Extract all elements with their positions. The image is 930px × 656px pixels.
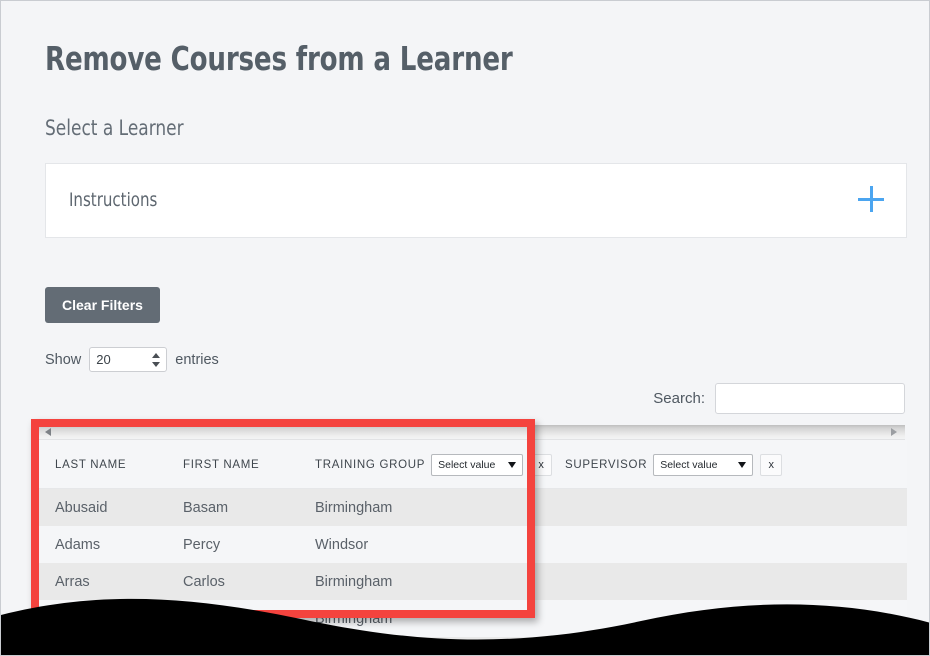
table-row[interactable]: Adams Percy Windsor [37, 526, 907, 563]
table-row[interactable]: Abusaid Basam Birmingham [37, 488, 907, 526]
show-entries-control: Show entries [45, 347, 219, 372]
chevron-down-icon [738, 462, 747, 468]
column-header-first-name[interactable]: FIRST NAME [183, 440, 315, 489]
cell-last-name: Arras [37, 563, 183, 600]
column-header-supervisor-label: SUPERVISOR [565, 459, 648, 471]
cell-first-name: Percy [183, 526, 315, 563]
horizontal-scrollbar[interactable] [37, 425, 905, 440]
cell-supervisor [565, 637, 907, 655]
table-header: LAST NAME FIRST NAME TRAINING GROUP Sele… [37, 440, 907, 489]
cell-supervisor [565, 563, 907, 600]
cell-training-group: Windsor [315, 526, 565, 563]
section-title: Select a Learner [45, 116, 184, 140]
supervisor-filter-clear-button[interactable]: x [760, 454, 783, 476]
search-control: Search: [653, 383, 905, 414]
cell-first-name [183, 637, 315, 655]
cell-training-group: Birmingham [315, 488, 565, 526]
plus-icon[interactable] [858, 186, 884, 212]
table-row[interactable]: Barry Maria Birmingham [37, 600, 907, 637]
table-body: Abusaid Basam Birmingham Adams Percy Win… [37, 488, 907, 655]
search-input[interactable] [715, 383, 905, 414]
table-header-row: LAST NAME FIRST NAME TRAINING GROUP Sele… [37, 440, 907, 489]
cell-last-name: Abusaid [37, 488, 183, 526]
supervisor-filter-select[interactable]: Select value [653, 454, 754, 476]
cell-supervisor [565, 526, 907, 563]
entries-stepper[interactable] [89, 347, 168, 372]
training-group-filter-value: Select value [438, 459, 496, 471]
page-title: Remove Courses from a Learner [45, 39, 513, 78]
page-content: Remove Courses from a Learner Select a L… [1, 1, 929, 655]
search-label: Search: [653, 390, 705, 407]
table-row[interactable]: Windsor [37, 637, 907, 655]
caret-right-icon[interactable] [891, 428, 897, 436]
instructions-label: Instructions [69, 189, 158, 211]
column-header-last-name[interactable]: LAST NAME [37, 440, 183, 489]
instructions-panel[interactable]: Instructions [45, 163, 907, 238]
caret-left-icon[interactable] [45, 428, 51, 436]
cell-first-name: Basam [183, 488, 315, 526]
cell-supervisor [565, 488, 907, 526]
show-entries-suffix: entries [175, 351, 219, 368]
column-header-first-name-label: FIRST NAME [183, 459, 260, 471]
cell-last-name: Adams [37, 526, 183, 563]
show-entries-prefix: Show [45, 351, 82, 368]
entries-input[interactable] [89, 347, 168, 372]
cell-training-group: Birmingham [315, 563, 565, 600]
cell-training-group: Windsor [315, 637, 565, 655]
cell-last-name [37, 637, 183, 655]
chevron-down-icon [508, 462, 517, 468]
column-header-training-group[interactable]: TRAINING GROUP Select value x [315, 440, 565, 489]
browser-window: Remove Courses from a Learner Select a L… [0, 0, 930, 656]
learners-table: LAST NAME FIRST NAME TRAINING GROUP Sele… [37, 440, 907, 655]
learners-table-container: LAST NAME FIRST NAME TRAINING GROUP Sele… [37, 425, 907, 655]
cell-first-name: Carlos [183, 563, 315, 600]
supervisor-filter-value: Select value [660, 459, 718, 471]
column-header-last-name-label: LAST NAME [55, 459, 127, 471]
cell-supervisor [565, 600, 907, 637]
table-row[interactable]: Arras Carlos Birmingham [37, 563, 907, 600]
cell-last-name: Barry [37, 600, 183, 637]
column-header-training-group-label: TRAINING GROUP [315, 459, 426, 471]
training-group-filter-select[interactable]: Select value [431, 454, 524, 476]
cell-training-group: Birmingham [315, 600, 565, 637]
clear-filters-button[interactable]: Clear Filters [45, 287, 160, 323]
column-header-supervisor[interactable]: SUPERVISOR Select value x [565, 440, 907, 489]
cell-first-name: Maria [183, 600, 315, 637]
training-group-filter-clear-button[interactable]: x [530, 454, 553, 476]
